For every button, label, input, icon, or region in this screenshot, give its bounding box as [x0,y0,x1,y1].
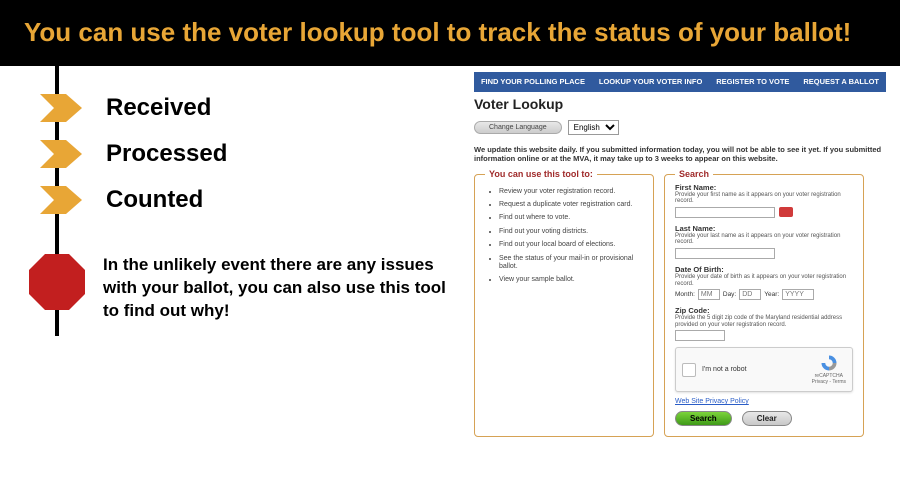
stop-sign-icon [29,254,85,310]
field-hint: Provide your last name as it appears on … [675,233,853,246]
arrow-icon [40,140,82,168]
zip-input[interactable] [675,330,725,341]
nav-register[interactable]: REGISTER TO VOTE [716,77,789,86]
top-nav: FIND YOUR POLLING PLACE LOOKUP YOUR VOTE… [474,72,886,92]
arrow-icon [40,94,82,122]
recaptcha-widget[interactable]: I'm not a robot reCAPTCHA Privacy - Term… [675,347,853,392]
dob-day-input[interactable] [739,289,761,300]
uses-panel: You can use this tool to: Review your vo… [474,174,654,438]
issue-text: In the unlikely event there are any issu… [103,254,450,323]
clear-button[interactable]: Clear [742,411,792,426]
status-label: Received [106,94,211,122]
dob-year-input[interactable] [782,289,814,300]
first-name-field: First Name: Provide your first name as i… [675,183,853,218]
nav-lookup-voter[interactable]: LOOKUP YOUR VOTER INFO [599,77,702,86]
status-step-processed: Processed [40,140,450,168]
field-hint: Provide your date of birth as it appears… [675,274,853,287]
status-timeline-pane: Received Processed Counted In the unlike… [0,66,470,462]
list-item: Find out your voting districts. [499,228,643,236]
field-label: Zip Code: [675,306,853,315]
issue-callout: In the unlikely event there are any issu… [40,254,450,323]
field-label: Date Of Birth: [675,265,853,274]
list-item: Request a duplicate voter registration c… [499,201,643,209]
recaptcha-checkbox[interactable] [682,363,696,377]
day-label: Day: [723,291,736,298]
field-hint: Provide the 5 digit zip code of the Mary… [675,315,853,328]
month-label: Month: [675,291,695,298]
status-step-received: Received [40,94,450,122]
nav-request-ballot[interactable]: REQUEST A BALLOT [803,77,879,86]
first-name-input[interactable] [675,207,775,218]
language-row: Change Language English [474,120,886,135]
last-name-field: Last Name: Provide your last name as it … [675,224,853,259]
list-item: Review your voter registration record. [499,188,643,196]
voter-lookup-screenshot: FIND YOUR POLLING PLACE LOOKUP YOUR VOTE… [470,66,900,462]
field-label: First Name: [675,183,853,192]
list-item: Find out where to vote. [499,214,643,222]
arrow-icon [40,186,82,214]
status-label: Counted [106,186,203,214]
dob-field: Date Of Birth: Provide your date of birt… [675,265,853,300]
field-label: Last Name: [675,224,853,233]
list-item: View your sample ballot. [499,276,643,284]
status-label: Processed [106,140,227,168]
panels-row: You can use this tool to: Review your vo… [474,174,886,438]
page-banner: You can use the voter lookup tool to tra… [0,0,900,66]
search-panel-title: Search [675,169,713,179]
form-buttons: Search Clear [675,411,853,426]
search-button[interactable]: Search [675,411,732,426]
language-select[interactable]: English [568,120,619,135]
page-title: Voter Lookup [474,96,886,112]
list-item: See the status of your mail-in or provis… [499,255,643,272]
year-label: Year: [764,291,779,298]
privacy-policy-link[interactable]: Web Site Privacy Policy [675,398,853,405]
search-panel: Search First Name: Provide your first na… [664,174,864,438]
zip-field: Zip Code: Provide the 5 digit zip code o… [675,306,853,341]
status-step-counted: Counted [40,186,450,214]
update-notice: We update this website daily. If you sub… [474,145,886,164]
uses-panel-title: You can use this tool to: [485,169,597,179]
field-hint: Provide your first name as it appears on… [675,192,853,205]
uses-list: Review your voter registration record. R… [485,188,643,285]
content-area: Received Processed Counted In the unlike… [0,66,900,462]
recaptcha-label: I'm not a robot [702,366,747,373]
spellcheck-icon [779,207,793,217]
nav-polling-place[interactable]: FIND YOUR POLLING PLACE [481,77,585,86]
recaptcha-terms[interactable]: Privacy - Terms [812,379,846,385]
recaptcha-logo-icon [820,354,838,372]
dob-month-input[interactable] [698,289,720,300]
list-item: Find out your local board of elections. [499,241,643,249]
last-name-input[interactable] [675,248,775,259]
change-language-button[interactable]: Change Language [474,121,562,134]
